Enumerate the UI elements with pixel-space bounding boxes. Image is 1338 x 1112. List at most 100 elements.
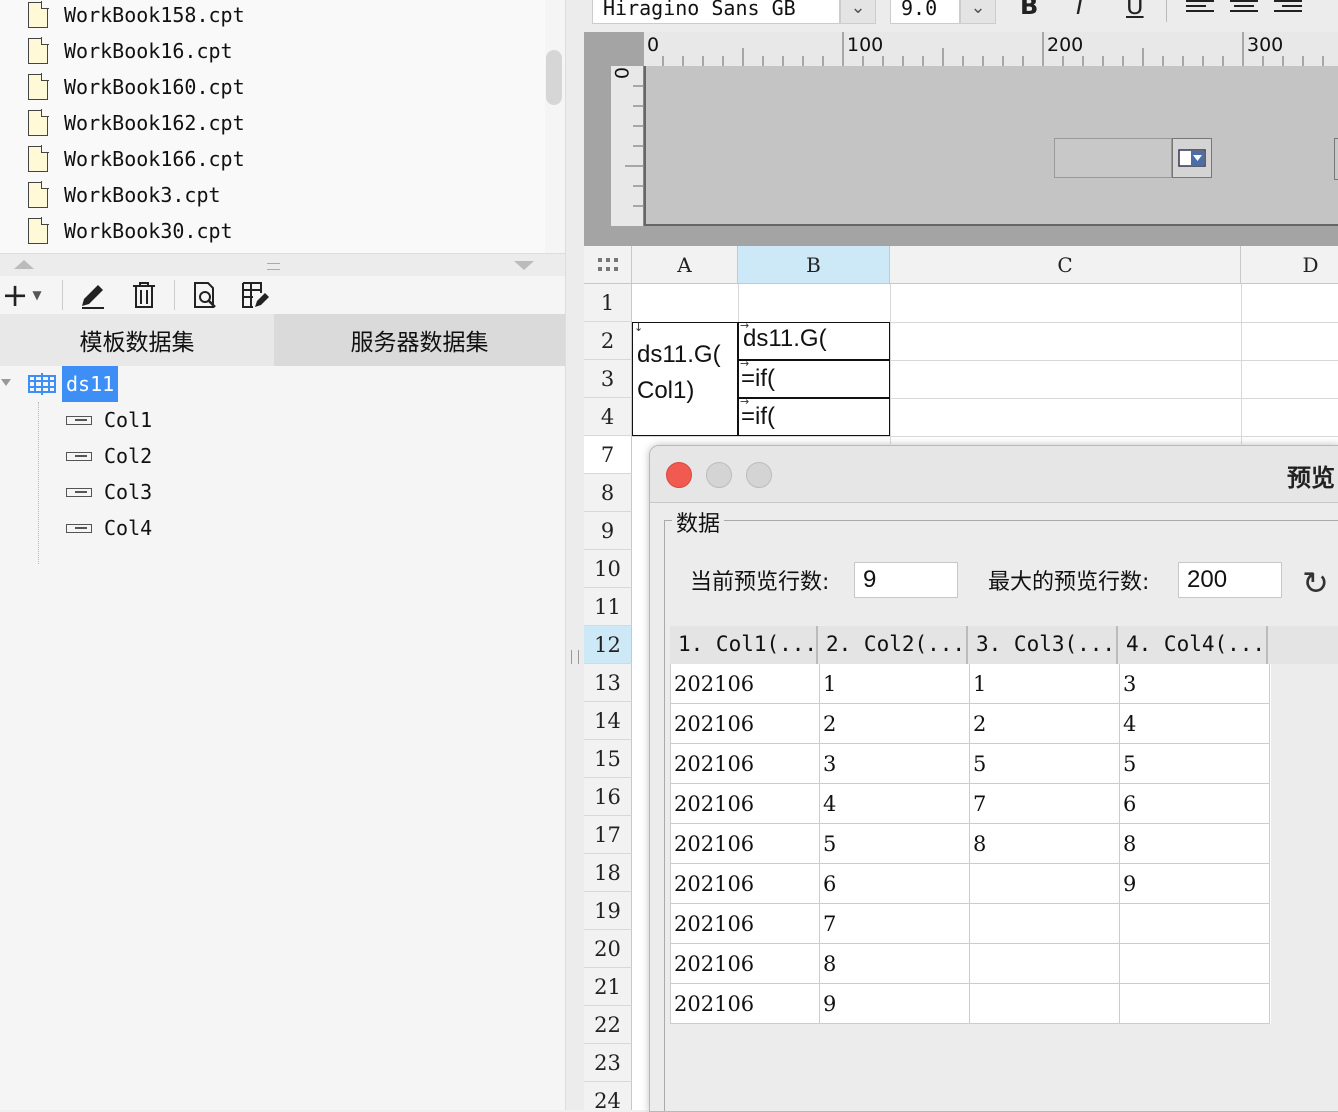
table-cell[interactable]: 2	[820, 704, 970, 744]
table-cell[interactable]: 5	[1120, 744, 1270, 784]
row-header[interactable]: 20	[584, 930, 632, 968]
row-header[interactable]: 9	[584, 512, 632, 550]
row-header[interactable]: 7	[584, 436, 632, 474]
combobox-dropdown-button[interactable]	[1172, 138, 1212, 178]
row-header[interactable]: 21	[584, 968, 632, 1006]
parameter-widget[interactable]	[1334, 138, 1338, 180]
tree-node-column[interactable]: Col3	[66, 474, 152, 510]
font-chevron-icon[interactable]: ⌄	[840, 0, 876, 24]
table-cell[interactable]	[970, 904, 1120, 944]
row-header[interactable]: 18	[584, 854, 632, 892]
tree-node-column[interactable]: Col2	[66, 438, 152, 474]
table-cell[interactable]: 3	[1120, 664, 1270, 704]
scrollbar-thumb[interactable]	[546, 50, 562, 105]
row-header[interactable]: 23	[584, 1044, 632, 1082]
row-header[interactable]: 22	[584, 1006, 632, 1044]
row-header[interactable]: 10	[584, 550, 632, 588]
dialog-titlebar[interactable]: 预览	[650, 446, 1338, 503]
list-item[interactable]: WorkBook166.cpt	[28, 141, 245, 177]
align-right-icon[interactable]	[1274, 0, 1302, 18]
underline-button[interactable]: U	[1126, 0, 1144, 20]
row-header[interactable]: 2	[584, 322, 632, 360]
tree-node-column[interactable]: Col1	[66, 402, 152, 438]
table-cell[interactable]: 202106	[671, 904, 820, 944]
table-cell[interactable]	[970, 944, 1120, 984]
table-cell[interactable]	[1120, 984, 1270, 1024]
current-rows-input[interactable]: 9	[854, 562, 958, 598]
cell-b4[interactable]: → =if(	[738, 395, 890, 436]
expand-icon[interactable]	[0, 378, 12, 388]
column-header[interactable]: C	[890, 246, 1241, 284]
close-button[interactable]	[666, 462, 692, 488]
list-item[interactable]: WorkBook158.cpt	[28, 0, 245, 33]
table-cell[interactable]: 5	[970, 744, 1120, 784]
table-cell[interactable]: 9	[820, 984, 970, 1024]
table-cell[interactable]: 5	[820, 824, 970, 864]
table-cell[interactable]: 2	[970, 704, 1120, 744]
column-header[interactable]: A	[632, 246, 738, 284]
table-cell[interactable]: 202106	[671, 664, 820, 704]
table-cell[interactable]: 202106	[671, 744, 820, 784]
table-cell[interactable]	[1120, 944, 1270, 984]
row-header[interactable]: 1	[584, 284, 632, 322]
cell-b3[interactable]: → =if(	[738, 357, 890, 398]
list-item[interactable]: WorkBook30.cpt	[28, 213, 233, 249]
table-cell[interactable]	[1120, 904, 1270, 944]
list-item[interactable]: WorkBook160.cpt	[28, 69, 245, 105]
minimize-button[interactable]	[706, 462, 732, 488]
table-header-cell[interactable]: 1. Col1(...	[670, 626, 818, 664]
font-name-select[interactable]: Hiragino Sans GB	[592, 0, 840, 24]
list-item[interactable]: WorkBook16.cpt	[28, 33, 233, 69]
size-chevron-icon[interactable]: ⌄	[960, 0, 996, 24]
table-header-cell[interactable]: 4. Col4(...	[1118, 626, 1268, 664]
row-header[interactable]: 19	[584, 892, 632, 930]
row-header[interactable]: 16	[584, 778, 632, 816]
row-header[interactable]: 3	[584, 360, 632, 398]
table-cell[interactable]: 4	[1120, 704, 1270, 744]
max-rows-input[interactable]: 200	[1178, 562, 1282, 598]
table-cell[interactable]: 3	[820, 744, 970, 784]
column-header[interactable]: D	[1241, 246, 1338, 284]
zoom-button[interactable]	[746, 462, 772, 488]
preview-icon[interactable]	[188, 278, 222, 312]
divider-grip-icon[interactable]	[571, 650, 579, 664]
table-cell[interactable]: 6	[820, 864, 970, 904]
bold-button[interactable]: B	[1020, 0, 1038, 20]
tab-template-dataset[interactable]: 模板数据集	[0, 314, 274, 366]
table-cell[interactable]: 7	[820, 904, 970, 944]
grip-icon[interactable]	[267, 263, 280, 270]
table-cell[interactable]: 1	[970, 664, 1120, 704]
row-header[interactable]: 15	[584, 740, 632, 778]
chevron-down-icon[interactable]: ▼	[28, 278, 46, 312]
list-item[interactable]: WorkBook162.cpt	[28, 105, 245, 141]
collapse-up-icon[interactable]	[14, 260, 34, 269]
align-left-icon[interactable]	[1186, 0, 1214, 18]
table-cell[interactable]: 202106	[671, 824, 820, 864]
table-cell[interactable]: 7	[970, 784, 1120, 824]
table-cell[interactable]	[970, 984, 1120, 1024]
row-header[interactable]: 4	[584, 398, 632, 436]
row-header[interactable]: 8	[584, 474, 632, 512]
edit-icon[interactable]	[76, 278, 110, 312]
table-cell[interactable]: 1	[820, 664, 970, 704]
panel-divider[interactable]	[565, 0, 585, 1110]
delete-icon[interactable]	[127, 278, 161, 312]
row-header[interactable]: 13	[584, 664, 632, 702]
parameter-combobox[interactable]	[1054, 138, 1172, 178]
cell-b2[interactable]: → ds11.G(	[738, 319, 890, 360]
refresh-icon[interactable]: ↻	[1302, 564, 1329, 602]
row-header-selected[interactable]: 12	[584, 626, 632, 664]
table-cell[interactable]: 202106	[671, 944, 820, 984]
table-cell[interactable]: 4	[820, 784, 970, 824]
table-cell[interactable]: 202106	[671, 784, 820, 824]
table-header-cell[interactable]: 3. Col3(...	[968, 626, 1118, 664]
table-cell[interactable]: 8	[820, 944, 970, 984]
list-item[interactable]: WorkBook3.cpt	[28, 177, 221, 213]
parameter-canvas[interactable]	[644, 66, 1338, 226]
table-header-cell[interactable]: 2. Col2(...	[818, 626, 968, 664]
align-center-icon[interactable]	[1230, 0, 1258, 18]
italic-button[interactable]: I	[1076, 0, 1083, 20]
dataset-settings-icon[interactable]	[238, 278, 272, 312]
row-header[interactable]: 24	[584, 1082, 632, 1110]
select-all-corner[interactable]	[584, 246, 632, 284]
